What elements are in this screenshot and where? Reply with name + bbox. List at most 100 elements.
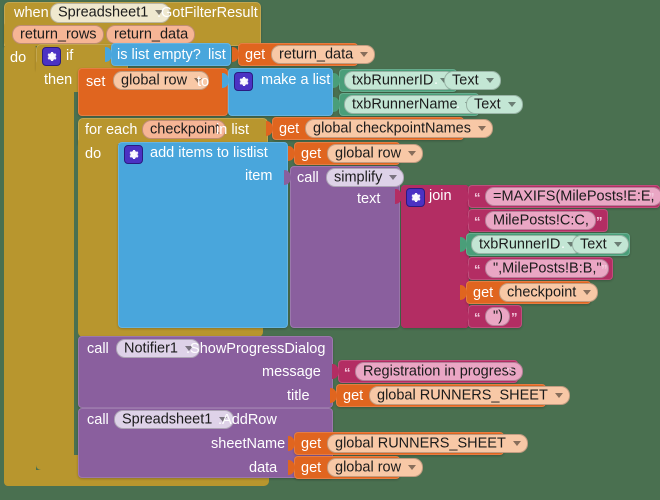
component-name-label: Spreadsheet1	[122, 411, 213, 428]
get-checkpoint-dropdown[interactable]: checkpoint	[499, 283, 599, 302]
for-each-loop-variable[interactable]: checkpoint	[142, 120, 227, 139]
event-param-label: return_rows	[20, 26, 97, 43]
event-component-label: Spreadsheet1	[58, 4, 149, 21]
set-to-label: to	[197, 74, 210, 90]
get-global-row-dropdown-2[interactable]: global row	[327, 458, 424, 477]
event-component-dropdown[interactable]: Spreadsheet1	[50, 3, 171, 23]
loop-variable-label: checkpoint	[150, 121, 220, 138]
text-value-label: ")	[493, 308, 503, 325]
chevron-down-icon[interactable]	[389, 174, 398, 180]
text-field-2[interactable]: MilePosts!C:C,	[485, 211, 596, 230]
chevron-down-icon[interactable]	[360, 51, 369, 57]
addrow-component-dropdown[interactable]: Spreadsheet1	[114, 410, 235, 429]
component-name-label: txbRunnerID	[352, 72, 434, 89]
get-keyword-label: get	[245, 47, 266, 63]
chevron-down-icon[interactable]	[408, 464, 417, 470]
quote-close-icon: ”	[601, 262, 608, 277]
component-name-label: Notifier1	[124, 340, 178, 357]
gear-icon[interactable]	[406, 188, 425, 207]
procedure-name-label: simplify	[334, 169, 383, 186]
gear-icon[interactable]	[42, 47, 61, 66]
property-name-label: Text	[474, 96, 501, 113]
event-block-body[interactable]	[4, 44, 36, 486]
quote-close-icon: ”	[506, 365, 513, 380]
component-dropdown-join-txbrunnerid[interactable]: txbRunnerID	[471, 235, 583, 254]
add-items-to-list-label: add items to list	[150, 145, 251, 161]
property-dropdown-text[interactable]: Text	[444, 71, 501, 90]
text-value-label: ",MilePosts!B:B,"	[493, 260, 602, 277]
get-return-data-dropdown[interactable]: return_data	[271, 45, 376, 64]
get-keyword-label: get	[301, 460, 322, 476]
get-global-runners-sheet-dropdown[interactable]: global RUNNERS_SHEET	[369, 386, 570, 405]
chevron-down-icon[interactable]	[554, 392, 563, 398]
gear-icon[interactable]	[124, 145, 143, 164]
notifier-title-socket-label: title	[287, 388, 310, 404]
set-global-row-variable: global row	[121, 72, 188, 89]
event-param-return-rows[interactable]: return_rows	[12, 25, 104, 44]
get-global-row-dropdown[interactable]: global row	[327, 144, 424, 163]
property-dropdown-text[interactable]: Text	[466, 95, 523, 114]
component-dropdown-txbrunnerid[interactable]: txbRunnerID	[344, 71, 456, 90]
add-items-item-socket-label: item	[245, 168, 273, 184]
chevron-down-icon[interactable]	[485, 77, 494, 83]
text-value-label: =MAXIFS(MilePosts!E:E,	[493, 188, 655, 205]
text-field-3[interactable]: ",MilePosts!B:B,"	[485, 259, 609, 278]
quote-close-icon: ”	[511, 310, 518, 325]
quote-open-icon: “	[474, 214, 481, 229]
set-keyword-label: set	[86, 74, 106, 90]
if-block-left-spine[interactable]	[36, 60, 74, 462]
event-param-return-data[interactable]: return_data	[106, 25, 196, 44]
for-each-label: for each	[85, 122, 138, 138]
variable-label: global row	[335, 145, 402, 162]
is-list-empty-socket-label: list	[208, 47, 226, 63]
chevron-down-icon[interactable]	[477, 125, 486, 131]
component-dot-separator: .	[561, 236, 566, 252]
get-global-checkpointnames-dropdown[interactable]: global checkpointNames	[305, 119, 493, 138]
call-simplify-text-socket-label: text	[357, 191, 381, 207]
quote-close-icon: ”	[596, 214, 603, 229]
then-label: then	[44, 72, 73, 88]
call-keyword-label: call	[87, 341, 109, 357]
for-each-in-list-label: in list	[216, 122, 250, 138]
event-param-label: return_data	[114, 26, 189, 43]
add-items-list-socket-label: list	[250, 145, 268, 161]
call-keyword-label: call	[87, 412, 109, 428]
get-keyword-label: get	[301, 436, 322, 452]
quote-open-icon: “	[474, 310, 481, 325]
text-field-4[interactable]: ")	[485, 307, 510, 326]
event-when-label: when	[14, 5, 49, 21]
make-a-list-label: make a list	[261, 72, 331, 88]
event-method-label: .GotFilterResult	[157, 5, 258, 21]
chevron-down-icon[interactable]	[613, 241, 622, 247]
chevron-down-icon[interactable]	[512, 440, 521, 446]
property-dropdown-join-text[interactable]: Text	[572, 235, 629, 254]
is-list-empty-label: is list empty?	[117, 47, 201, 63]
quote-close-icon: ”	[648, 190, 655, 205]
get-keyword-label: get	[279, 121, 300, 137]
variable-label: global RUNNERS_SHEET	[377, 387, 548, 404]
call-keyword-label: call	[297, 170, 319, 186]
quote-open-icon: “	[344, 365, 351, 380]
get-global-runners-sheet-dropdown-2[interactable]: global RUNNERS_SHEET	[327, 434, 528, 453]
chevron-down-icon[interactable]	[507, 101, 516, 107]
set-global-row-dropdown[interactable]: global row	[113, 71, 210, 90]
quote-open-icon: “	[474, 190, 481, 205]
quote-open-icon: “	[474, 262, 481, 277]
event-do-label: do	[10, 50, 27, 66]
get-keyword-label: get	[301, 146, 322, 162]
addrow-method-label: .AddRow	[218, 412, 277, 428]
variable-label: checkpoint	[507, 284, 577, 301]
text-value-label: Registration in progress	[363, 363, 517, 380]
text-field-message[interactable]: Registration in progress	[355, 362, 524, 381]
variable-label: global RUNNERS_SHEET	[335, 435, 506, 452]
call-simplify-block[interactable]	[290, 166, 400, 328]
blocks-workspace[interactable]: when Spreadsheet1 .GotFilterResult retur…	[0, 0, 660, 500]
get-keyword-label: get	[473, 285, 494, 301]
chevron-down-icon[interactable]	[408, 150, 417, 156]
procedure-dropdown-simplify[interactable]: simplify	[326, 168, 405, 187]
join-label: join	[429, 188, 452, 204]
chevron-down-icon[interactable]	[583, 289, 592, 295]
for-each-left-spine[interactable]	[78, 138, 118, 330]
gear-icon[interactable]	[234, 72, 253, 91]
text-field-1[interactable]: =MAXIFS(MilePosts!E:E,	[485, 187, 660, 206]
